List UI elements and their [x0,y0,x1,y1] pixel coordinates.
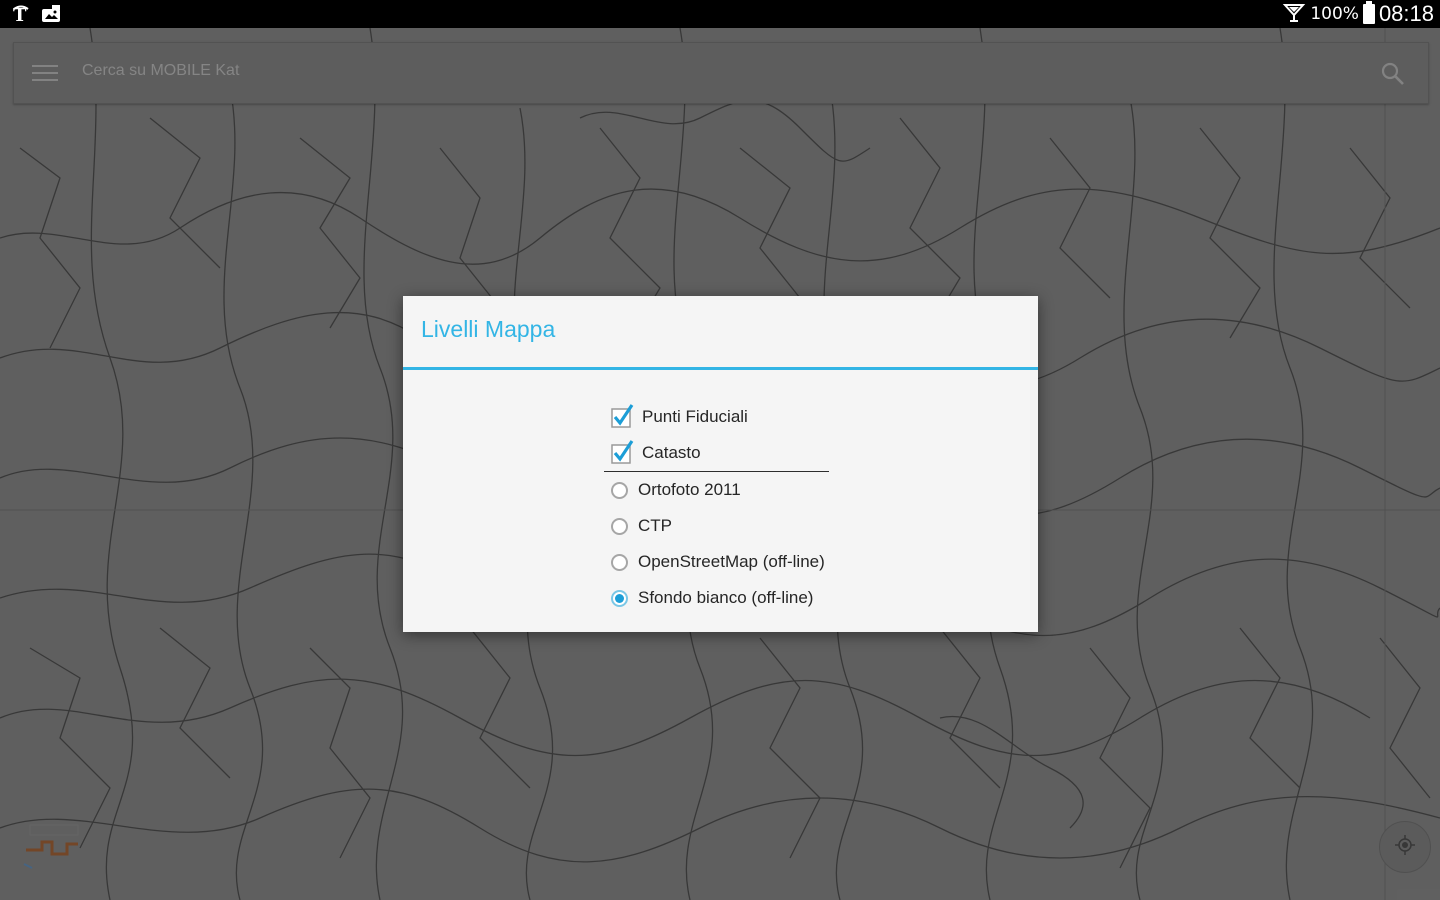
radio-unselected-icon[interactable] [611,553,628,571]
option-label: Catasto [642,443,701,462]
signal-icon [1282,1,1306,27]
radio-unselected-icon[interactable] [611,517,628,535]
checkbox-checked-icon[interactable] [611,404,634,428]
checkbox-checked-icon[interactable] [611,440,634,464]
dialog-title: Livelli Mappa [421,316,556,342]
option-ortofoto-2011[interactable]: Ortofoto 2011 [610,472,850,508]
clock: 08:18 [1378,1,1434,26]
option-label: CTP [638,516,672,535]
option-catasto[interactable]: Catasto [610,435,850,471]
option-ctp[interactable]: CTP [610,508,850,544]
map-layers-dialog: Livelli Mappa Punti Fiduciali Catasto Or… [403,296,1038,632]
option-sfondo-bianco[interactable]: Sfondo bianco (off-line) [610,580,850,616]
option-label: Sfondo bianco (off-line) [638,588,814,607]
radio-selected-icon[interactable] [611,589,628,607]
nyt-icon: T [10,3,32,25]
status-bar: T 100% 08:18 [0,0,1440,28]
battery-icon [1362,1,1375,24]
battery-percent: 100% [1310,4,1359,24]
option-label: Punti Fiduciali [642,407,748,426]
option-openstreetmap[interactable]: OpenStreetMap (off-line) [610,544,850,580]
option-label: Ortofoto 2011 [638,480,741,499]
option-punti-fiduciali[interactable]: Punti Fiduciali [610,399,850,435]
layer-options: Punti Fiduciali Catasto Ortofoto 2011 CT… [604,399,850,616]
gallery-icon [40,3,62,25]
dialog-title-divider [403,367,1038,370]
option-label: OpenStreetMap (off-line) [638,552,825,571]
radio-unselected-icon[interactable] [611,481,628,499]
